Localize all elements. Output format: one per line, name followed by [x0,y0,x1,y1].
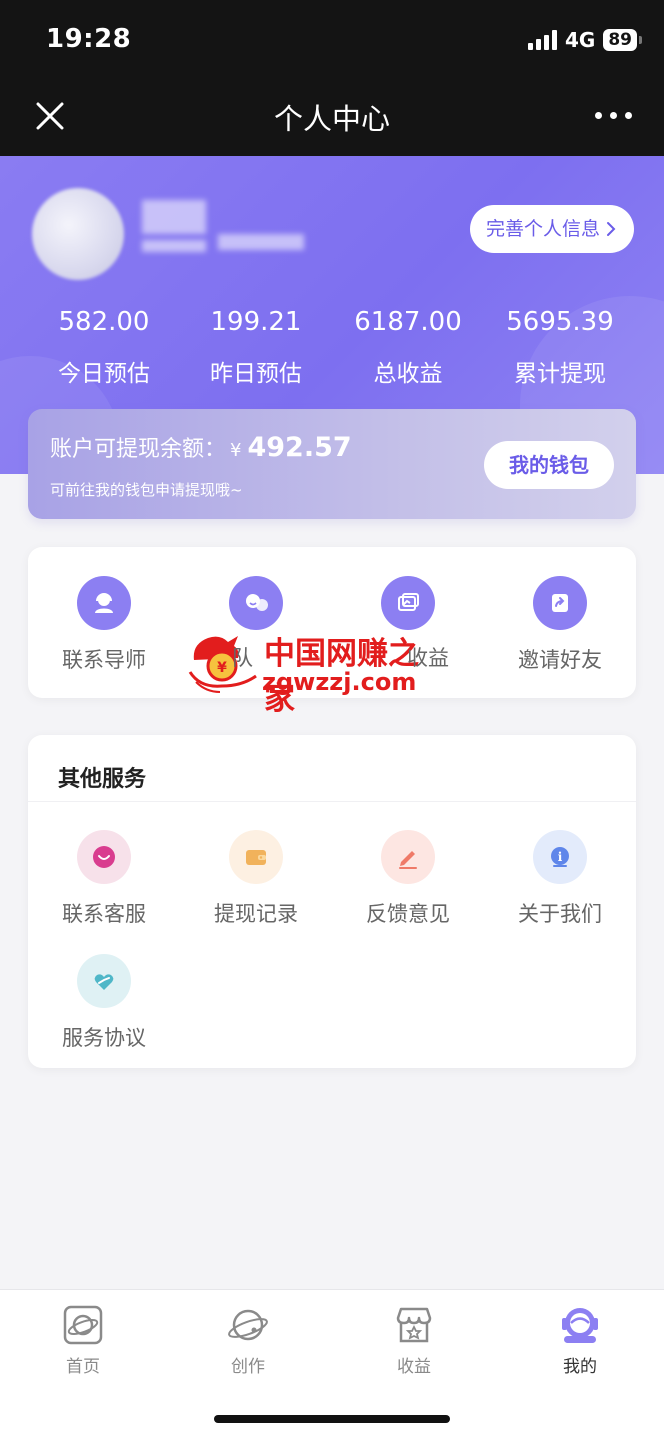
balance-label: 账户可提现余额： [50,437,227,462]
astronaut-icon [562,1308,598,1343]
stat-total-earnings[interactable]: 6187.00 总收益 [332,306,484,388]
username-blurred-2 [218,234,304,250]
watermark-logo: ¥ 中国网赚之家 zgwzzj.com [186,628,436,717]
earnings-label-partial: 收益 [407,646,449,670]
create-planet-icon [228,1309,268,1341]
signal-icon [527,30,557,50]
svg-text:¥: ¥ [217,660,227,676]
status-time: 19:28 [46,24,132,54]
contact-mentor-button[interactable]: 联系导师 [28,576,180,674]
heart-hand-icon [77,954,131,1008]
other-services-card: 其他服务 联系客服 提现记录 反馈意见 i 关于我们 服务协议 [28,735,636,1068]
stat-yesterday-estimate[interactable]: 199.21 昨日预估 [180,306,332,388]
edit-profile-button[interactable]: 完善个人信息 [469,205,634,253]
home-planet-icon [63,1305,103,1345]
my-wallet-button[interactable]: 我的钱包 [484,441,614,489]
battery-level: 89 [603,29,637,51]
withdrawal-records-button[interactable]: 提现记录 [180,830,332,928]
stat-total-withdrawn[interactable]: 5695.39 累计提现 [484,306,636,388]
earnings-stats: 582.00 今日预估 199.21 昨日预估 6187.00 总收益 5695… [0,306,664,388]
headset-icon [77,576,131,630]
tab-create[interactable]: 创作 [198,1304,298,1377]
other-services-title: 其他服务 [58,767,147,792]
shop-icon [396,1307,432,1343]
home-indicator [214,1415,450,1423]
avatar[interactable] [32,188,124,280]
stat-today-estimate[interactable]: 582.00 今日预估 [28,306,180,388]
battery-icon: 89 [603,29,642,51]
feedback-button[interactable]: 反馈意见 [332,830,484,928]
chevron-right-icon [607,222,616,236]
invite-friends-button[interactable]: 邀请好友 [484,576,636,674]
info-icon: i [533,830,587,884]
team-icon [229,576,283,630]
pencil-icon [381,830,435,884]
username-blurred [142,200,206,234]
currency-symbol: ¥ [230,440,242,461]
wallet-icon [229,830,283,884]
contact-support-button[interactable]: 联系客服 [28,830,180,928]
balance-hint: 可前往我的钱包申请提现哦~ [50,481,243,499]
svg-text:i: i [558,850,563,864]
tab-earnings[interactable]: 收益 [364,1304,464,1377]
team-label-partial: 队 [232,646,253,670]
tab-mine[interactable]: 我的 [530,1304,630,1377]
page-title: 个人中心 [273,102,390,136]
chat-icon [77,830,131,884]
balance-card: 账户可提现余额： ¥ 492.57 可前往我的钱包申请提现哦~ 我的钱包 [28,409,636,519]
status-indicators: 4G 89 [527,28,642,52]
balance-amount: 492.57 [247,432,352,463]
about-us-button[interactable]: i 关于我们 [484,830,636,928]
earnings-icon [381,576,435,630]
service-agreement-button[interactable]: 服务协议 [28,954,180,1052]
share-icon [533,576,587,630]
more-icon[interactable] [595,112,632,119]
network-type: 4G [564,28,596,52]
top-bar: 19:28 4G 89 个人中心 [0,0,664,156]
tab-home[interactable]: 首页 [33,1304,133,1377]
